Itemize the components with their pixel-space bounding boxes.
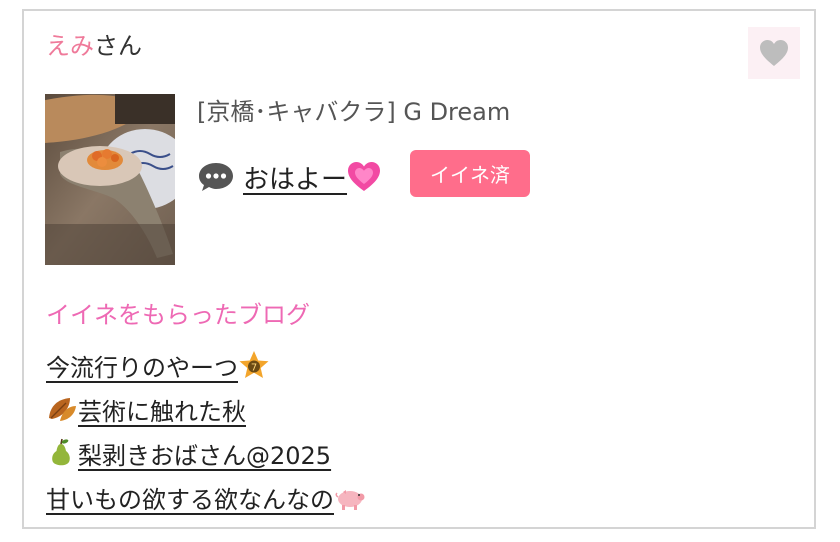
liked-blogs-list: 今流行りのやーつ 7 芸術に触れた秋 梨剥きおばさん@2025 甘いもの欲する欲… [46,343,366,519]
growing-heart-icon [348,162,381,191]
liked-blogs-heading: イイネをもらったブログ [46,301,310,329]
message-text: おはよー [243,164,348,195]
blog-title: 今流行りのやーつ [46,353,238,382]
user-name-highlight: えみ [46,32,94,60]
pear-icon [52,438,70,466]
blog-link[interactable]: 梨剥きおばさん@2025 [46,436,331,471]
fallen-leaf-icon [49,398,76,421]
blog-link[interactable]: 芸術に触れた秋 [46,392,246,427]
svg-text:7: 7 [251,363,257,374]
star-badge-icon: 7 [239,351,269,378]
blog-title: 芸術に触れた秋 [78,397,246,426]
user-honorific: さん [94,32,142,60]
list-item: 梨剥きおばさん@2025 [46,431,366,475]
post-thumbnail[interactable] [45,94,175,265]
pig-icon [335,490,365,510]
message-row: おはよー [197,154,381,200]
blog-link[interactable]: 甘いもの欲する欲なんなの [46,480,366,515]
blog-title: 梨剥きおばさん@2025 [78,441,332,470]
blog-title: 甘いもの欲する欲なんなの [46,485,334,514]
user-name[interactable]: えみさん [46,30,142,62]
like-button[interactable] [748,27,800,79]
blog-link[interactable]: 今流行りのやーつ 7 [46,348,270,383]
liked-button[interactable]: イイネ済 [410,150,530,197]
heart-icon [760,40,788,66]
food-photo-image [45,94,175,265]
list-item: 芸術に触れた秋 [46,387,366,431]
list-item: 甘いもの欲する欲なんなの [46,475,366,519]
shop-label: [京橋･キャバクラ] G Dream [197,98,511,126]
message-link[interactable]: おはよー [243,159,381,196]
list-item: 今流行りのやーつ 7 [46,343,366,387]
speech-bubble-icon [199,163,233,191]
